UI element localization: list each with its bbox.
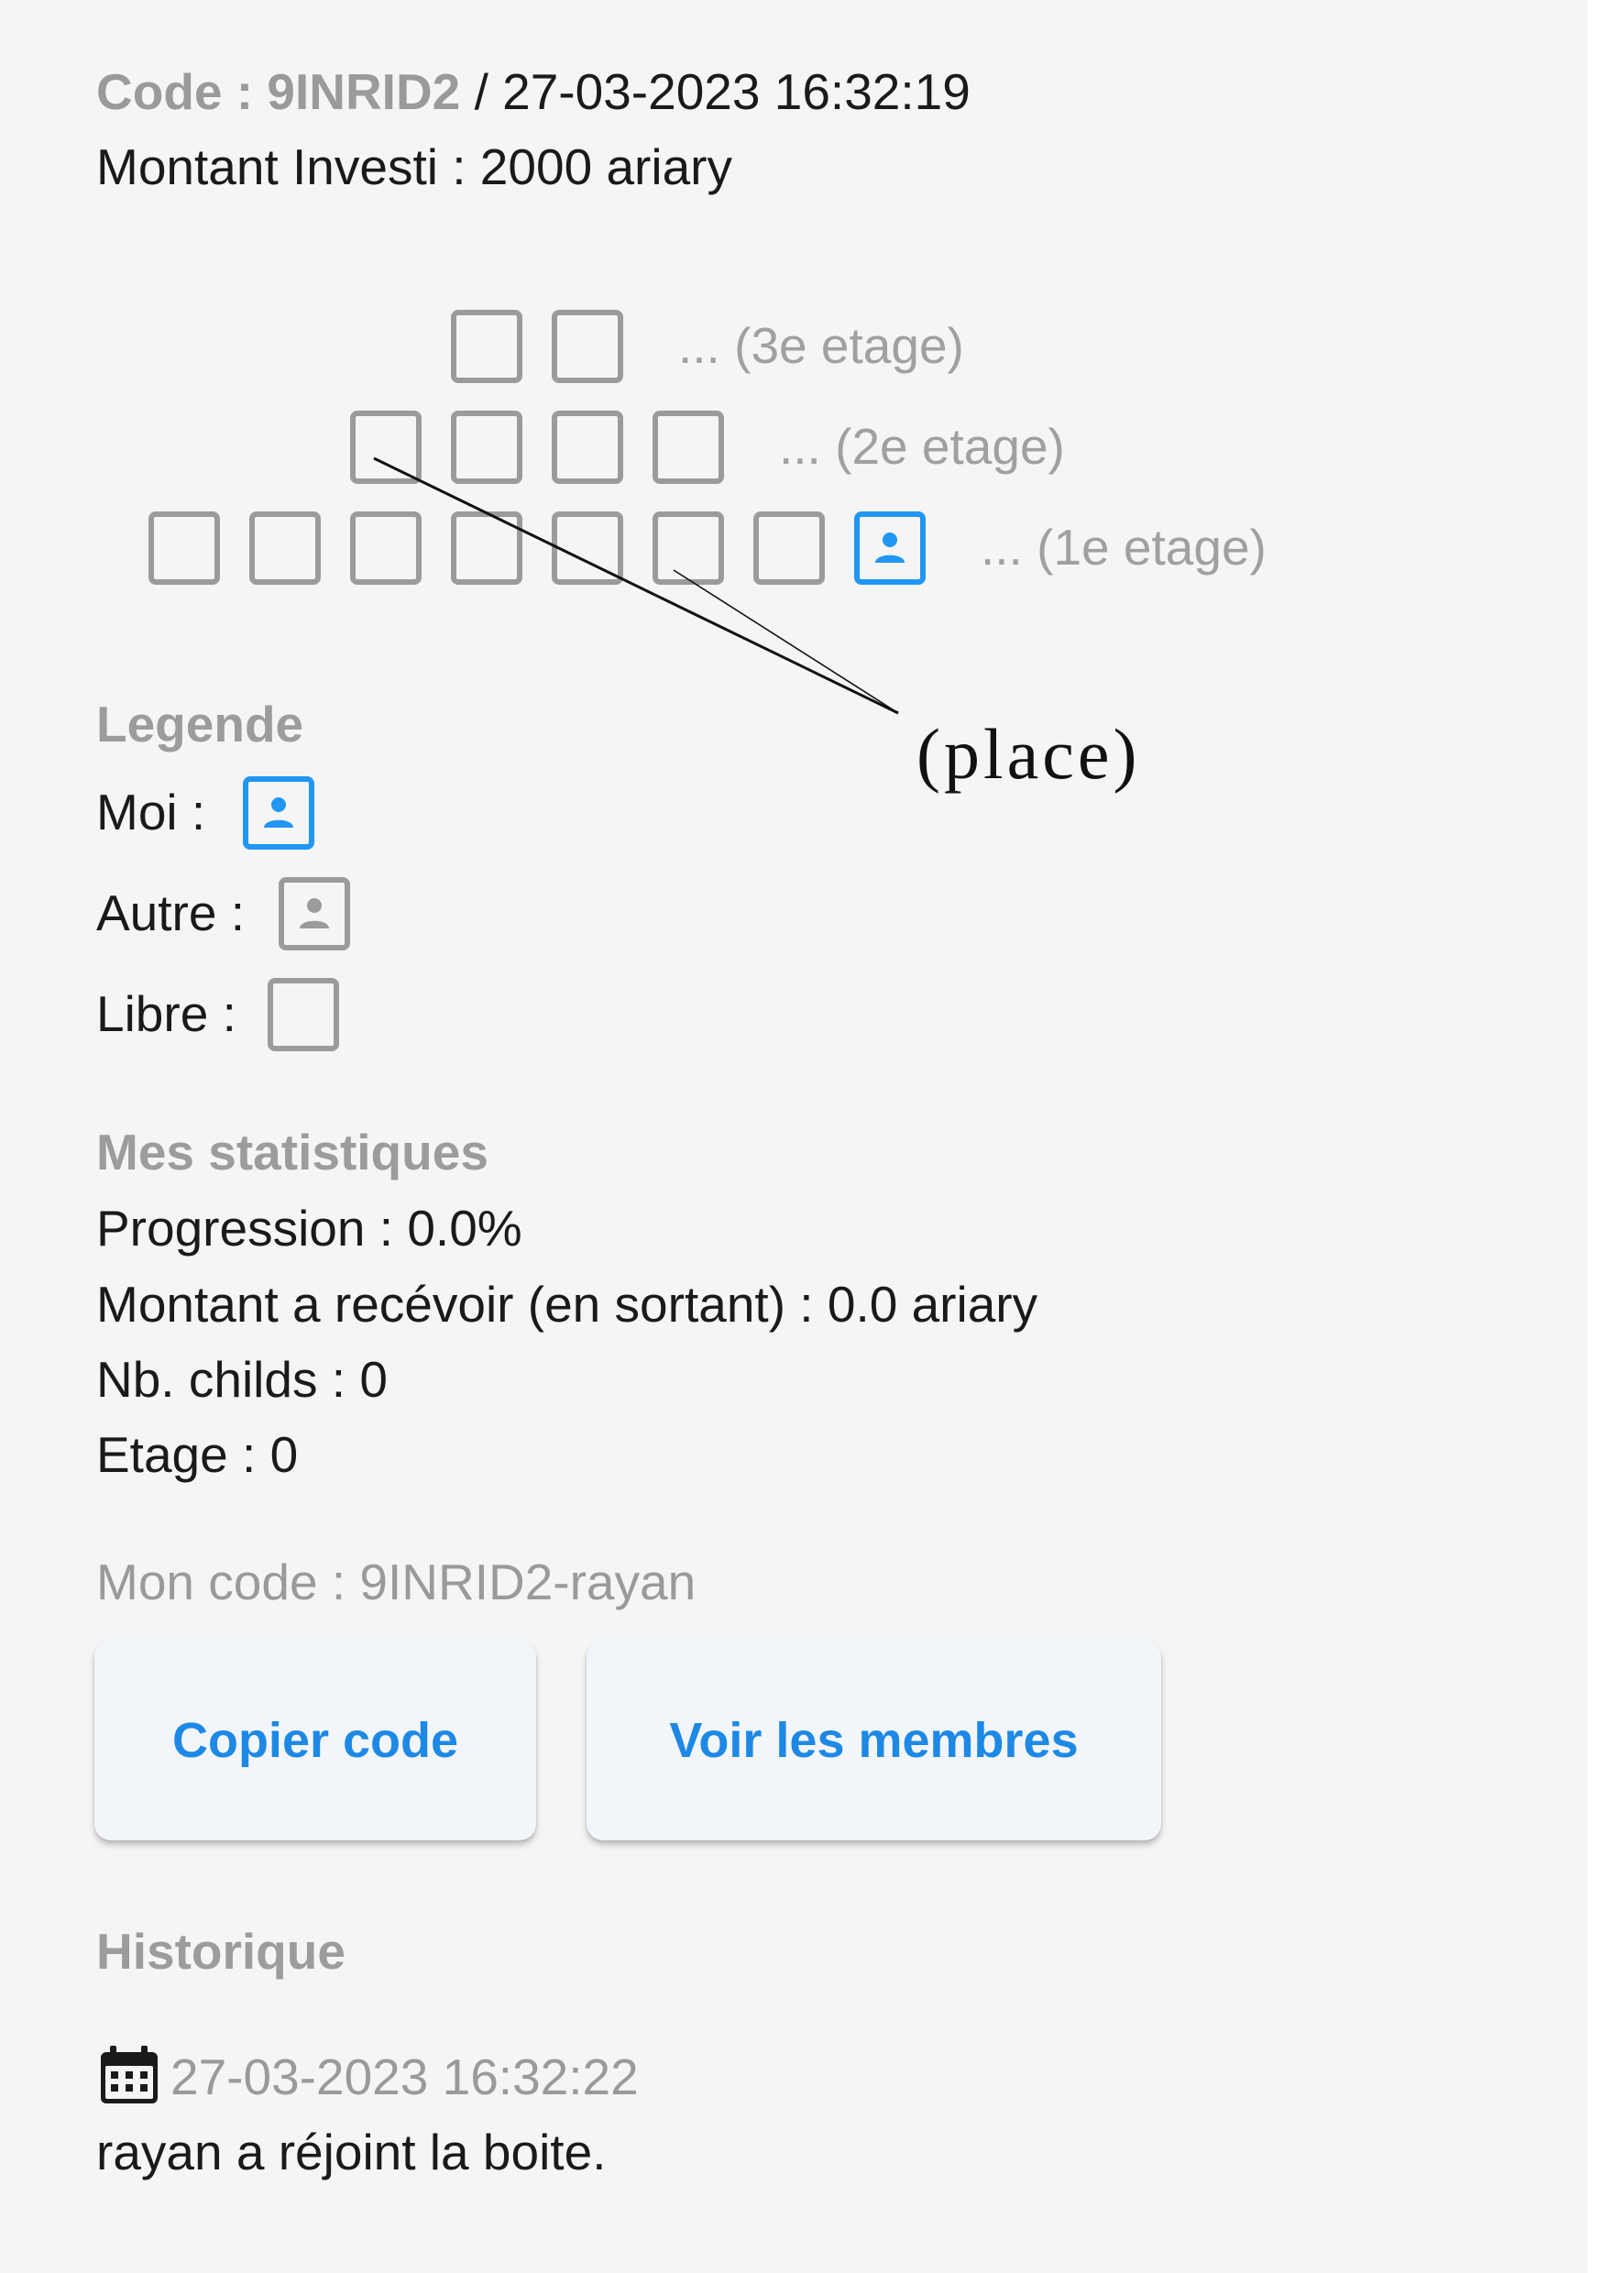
legend-slot-free — [268, 978, 339, 1051]
investment-detail-panel: Code : 9INRID2 / 27-03-2023 16:32:19 Mon… — [0, 0, 1587, 2273]
stat-progression: Progression : 0.0% — [96, 1200, 522, 1257]
stat-montant: Montant a recévoir (en sortant) : 0.0 ar… — [96, 1276, 1038, 1333]
history-title: Historique — [96, 1923, 346, 1980]
stat-childs: Nb. childs : 0 — [96, 1351, 388, 1408]
legend-label-me: Moi : — [96, 784, 206, 840]
stat-etage: Etage : 0 — [96, 1426, 299, 1483]
history-date: 27-03-2023 16:32:22 — [170, 2048, 639, 2105]
view-members-label: Voir les membres — [669, 1713, 1079, 1768]
person-icon — [264, 797, 293, 828]
view-members-button[interactable]: Voir les membres — [587, 1641, 1161, 1840]
legend-title: Legende — [96, 696, 304, 752]
stats-title: Mes statistiques — [96, 1124, 488, 1180]
my-code: Mon code : 9INRID2-rayan — [96, 1554, 697, 1610]
history-message: rayan a réjoint la boite. — [96, 2124, 607, 2180]
calendar-icon — [101, 2046, 158, 2103]
person-icon — [300, 898, 329, 928]
copy-code-button[interactable]: Copier code — [94, 1641, 536, 1840]
legend-slot-other — [279, 877, 350, 950]
copy-code-label: Copier code — [171, 1713, 459, 1768]
legend-label-other: Autre : — [96, 884, 246, 941]
place-annotation: (place) — [916, 714, 1141, 794]
legend-slot-me — [243, 776, 314, 850]
legend-label-free: Libre : — [96, 985, 236, 1042]
